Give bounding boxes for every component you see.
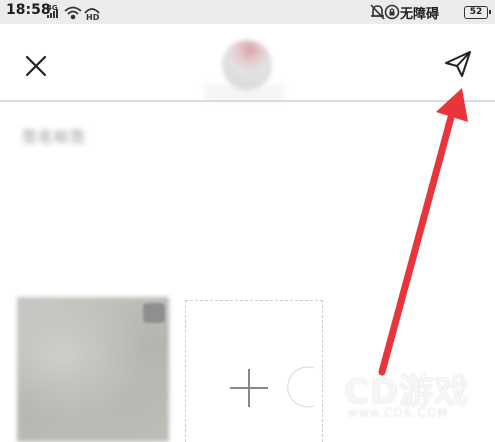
plus-icon	[230, 369, 268, 407]
watermark: CD游戏 www.CD6.COM	[280, 358, 490, 442]
toolbar-divider	[0, 100, 495, 102]
accessibility-label: 无障碍	[400, 7, 440, 22]
blurred-label: 签名标签	[22, 128, 87, 146]
close-icon	[25, 55, 47, 77]
wifi-icon	[64, 6, 82, 20]
status-right-icons	[370, 3, 400, 21]
svg-text:HD: HD	[86, 13, 100, 21]
thumbnail-remove-badge[interactable]	[143, 303, 165, 323]
vpn-lock-icon	[384, 4, 400, 20]
close-button[interactable]	[18, 48, 54, 84]
top-toolbar	[0, 24, 495, 104]
status-bar: 18:58 4G HD 无障碍 52	[0, 0, 495, 24]
status-time: 18:58	[6, 2, 51, 18]
send-icon	[445, 51, 471, 77]
avatar[interactable]	[222, 40, 272, 90]
mute-bell-icon	[370, 4, 385, 20]
arrow-shaft	[378, 106, 457, 376]
send-button[interactable]	[440, 46, 476, 82]
battery-indicator: 52	[464, 6, 491, 19]
hd-icon: HD	[84, 8, 100, 22]
signal-icon: 4G	[47, 4, 58, 18]
network-status-icons: 4G HD	[47, 3, 117, 22]
watermark-logo-icon	[284, 364, 337, 410]
watermark-url: www.CD6.COM	[348, 406, 449, 420]
